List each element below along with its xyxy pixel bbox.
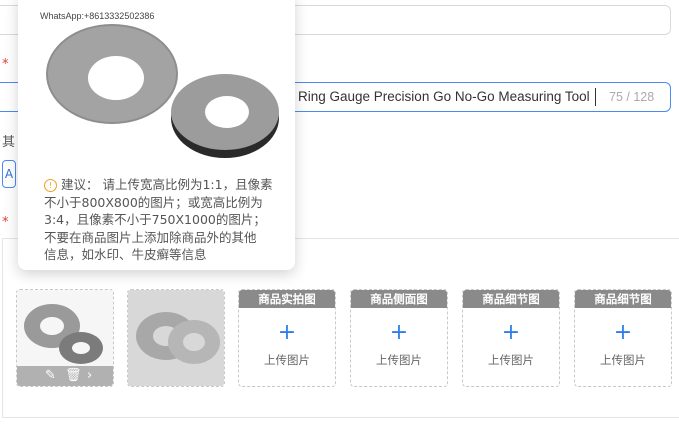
upload-slot-detail-1[interactable]: 商品细节图 + 上传图片 [462, 289, 560, 387]
slot-header: 商品侧面图 [351, 290, 447, 308]
title-input-value[interactable]: Ring Gauge Precision Go No-Go Measuring … [298, 89, 590, 104]
uploaded-image-thumb-1[interactable]: ✎ 🗑 › [16, 289, 114, 387]
option-button[interactable]: A [2, 160, 16, 188]
trash-icon[interactable]: 🗑 [65, 368, 82, 383]
upload-caption: 上传图片 [376, 353, 422, 367]
plus-icon: + [277, 320, 297, 345]
plus-icon: + [613, 320, 633, 345]
upload-slot-side-view[interactable]: 商品侧面图 + 上传图片 [350, 289, 448, 387]
text-caret [595, 88, 596, 106]
info-icon: ! [44, 179, 57, 192]
upload-caption: 上传图片 [600, 353, 646, 367]
upload-slot-actual-photo[interactable]: 商品实拍图 + 上传图片 [238, 289, 336, 387]
plus-icon: + [501, 320, 521, 345]
image-guidance-tooltip: WhatsApp:+8613332502386 ! 建议： 请上传宽高比例为1:1… [18, 0, 295, 270]
thumbnail-action-bar: ✎ 🗑 › [17, 366, 113, 386]
other-field-label: 其 [2, 135, 16, 150]
plus-icon: + [389, 320, 409, 345]
product-photo-image [128, 290, 224, 386]
edit-icon[interactable]: ✎ [45, 368, 56, 383]
required-mark-images: * [2, 215, 9, 230]
slot-header: 商品细节图 [463, 290, 559, 308]
chevron-right-icon[interactable]: › [87, 368, 92, 383]
upload-slot-detail-2[interactable]: 商品细节图 + 上传图片 [574, 289, 672, 387]
ring-gauge-preview-image [46, 24, 279, 158]
uploaded-image-thumb-2[interactable] [127, 289, 225, 387]
slot-header: 商品细节图 [575, 290, 671, 308]
watermark-text: WhatsApp:+8613332502386 [40, 11, 155, 21]
title-char-counter: 75 / 128 [609, 90, 655, 104]
upload-caption: 上传图片 [264, 353, 310, 367]
slot-header: 商品实拍图 [239, 290, 335, 308]
required-mark: * [2, 57, 9, 72]
upload-caption: 上传图片 [488, 353, 534, 367]
upload-advice-text: ! 建议： 请上传宽高比例为1:1，且像素 不小于800X800的图片；或宽高比例… [44, 177, 273, 262]
